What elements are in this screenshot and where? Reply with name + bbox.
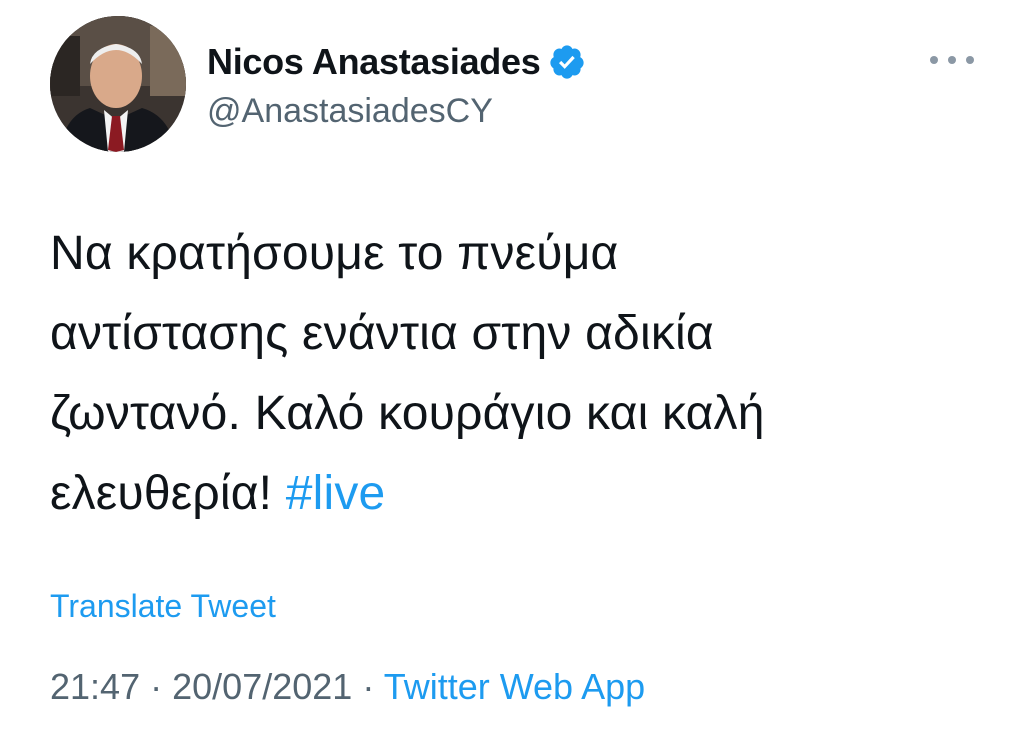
dot-icon	[930, 56, 938, 64]
dot-icon	[948, 56, 956, 64]
tweet-text: Να κρατήσουμε το πνεύμα αντίστασης ενάντ…	[50, 214, 950, 534]
tweet-card: Nicos Anastasiades @AnastasiadesCY Να κρ…	[0, 0, 1024, 734]
tweet-source-link[interactable]: Twitter Web App	[384, 666, 645, 707]
tweet-metadata: 21:47 · 20/07/2021 · Twitter Web App	[50, 666, 645, 708]
author-handle[interactable]: @AnastasiadesCY	[207, 92, 493, 131]
meta-separator: ·	[362, 666, 375, 707]
tweet-date[interactable]: 20/07/2021	[172, 666, 352, 707]
tweet-text-line: Να κρατήσουμε το πνεύμα	[50, 227, 619, 280]
tweet-text-segment: ελευθερία!	[50, 467, 286, 520]
more-options-icon[interactable]	[930, 48, 974, 72]
dot-icon	[966, 56, 974, 64]
avatar[interactable]	[50, 16, 186, 152]
translate-tweet-link[interactable]: Translate Tweet	[50, 588, 276, 625]
hashtag-link[interactable]: #live	[286, 467, 386, 520]
tweet-text-line: ζωντανό. Καλό κουράγιο και καλή	[50, 387, 765, 440]
tweet-text-line-last: ελευθερία! #live	[50, 454, 950, 534]
meta-separator: ·	[150, 666, 163, 707]
tweet-time[interactable]: 21:47	[50, 666, 140, 707]
display-name[interactable]: Nicos Anastasiades	[207, 41, 541, 83]
author-name-row[interactable]: Nicos Anastasiades	[207, 40, 586, 84]
verified-badge-icon	[550, 45, 585, 79]
profile-photo-icon	[50, 16, 186, 152]
tweet-text-line: αντίστασης ενάντια στην αδικία	[50, 307, 714, 360]
